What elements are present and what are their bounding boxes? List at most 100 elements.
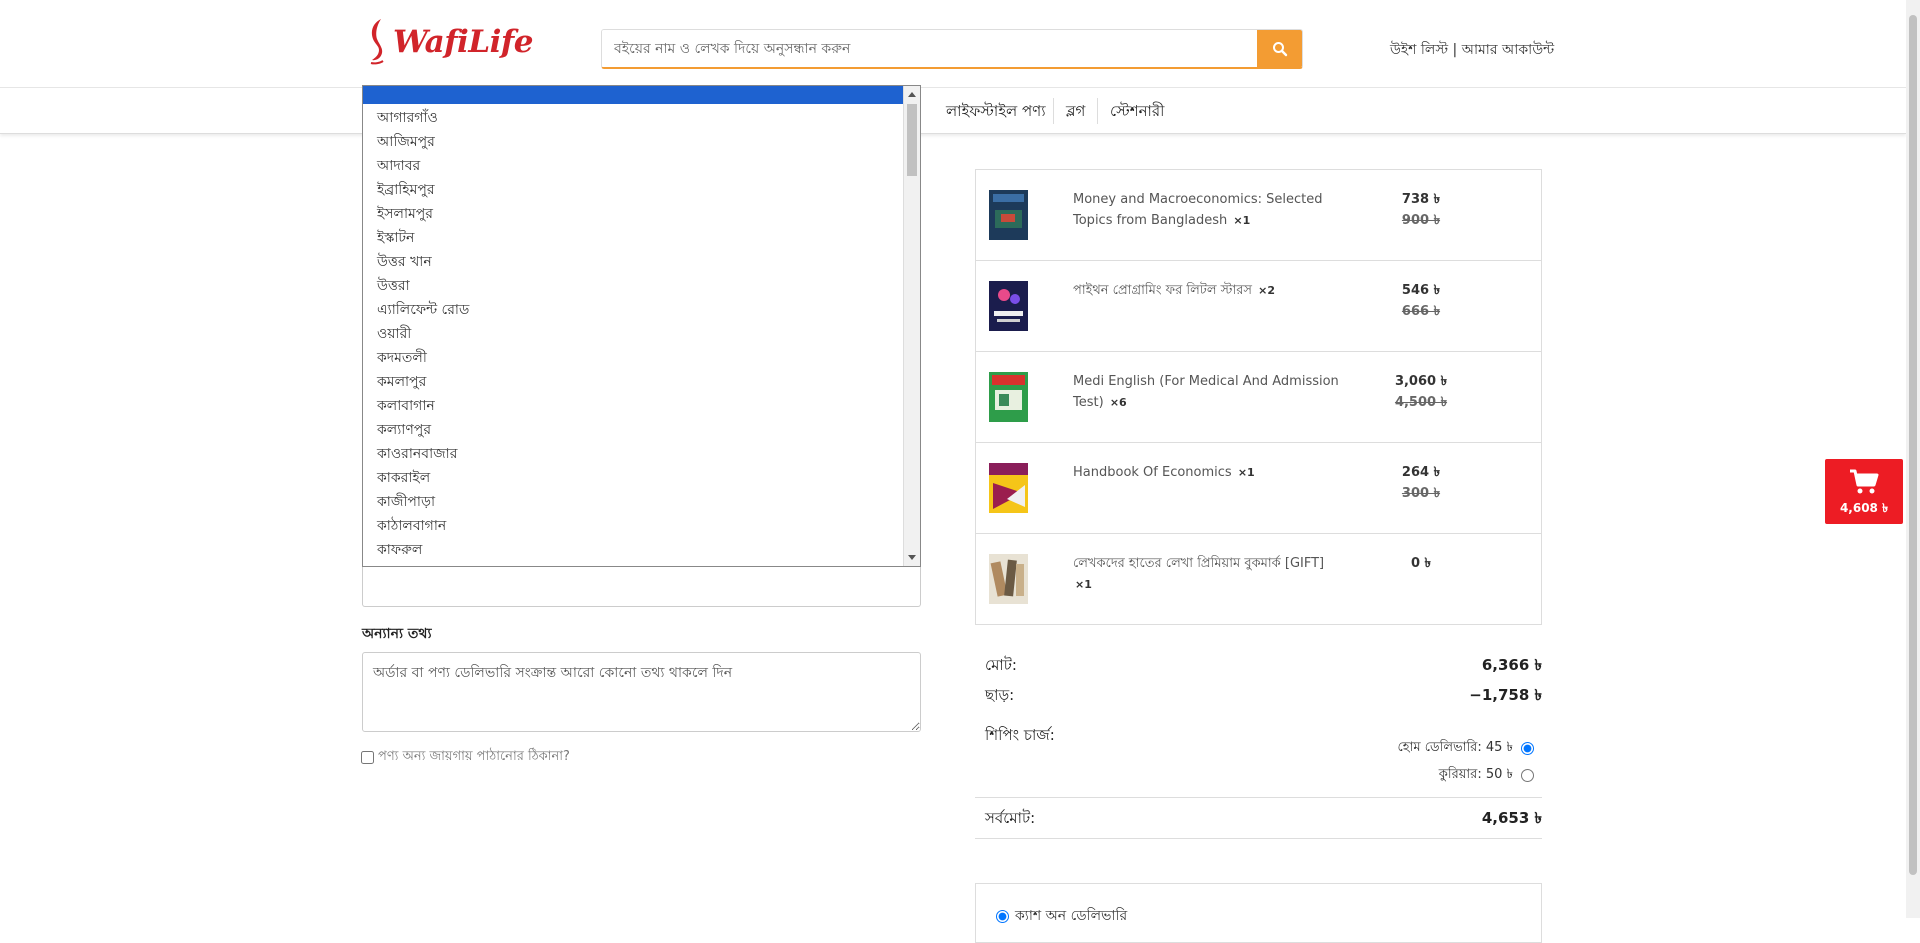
- dropdown-option[interactable]: কমলাপুর: [363, 370, 904, 394]
- price-box: 264 ৳ 300 ৳: [1371, 462, 1471, 504]
- dropdown-options: আগারগাঁও আজিমপুর আদাবর ইব্রাহিমপুর ইসলাম…: [363, 106, 904, 562]
- ship-home-radio[interactable]: [1521, 742, 1534, 755]
- book-qty: ×1: [1075, 578, 1092, 591]
- cart-item: লেখকদের হাতের লেখা প্রিমিয়াম বুকমার্ক […: [976, 534, 1541, 625]
- dropdown-option[interactable]: কাঠালবাগান: [363, 514, 904, 538]
- ship-courier-radio[interactable]: [1521, 769, 1534, 782]
- dropdown-scroll-thumb[interactable]: [907, 104, 917, 176]
- book-title[interactable]: Money and Macroeconomics: Selected Topic…: [1073, 189, 1343, 231]
- grand-total-label: সর্বমোট:: [985, 809, 1036, 827]
- search-icon: [1272, 41, 1287, 56]
- discount-value: −1,758 ৳: [1469, 686, 1542, 704]
- price-box: 546 ৳ 666 ৳: [1371, 280, 1471, 322]
- dropdown-option[interactable]: কাজীপাড়া: [363, 490, 904, 514]
- ship-home-option[interactable]: হোম ডেলিভারি: 45 ৳: [1398, 738, 1534, 759]
- payment-methods: ক্যাশ অন ডেলিভারি: [975, 883, 1542, 943]
- order-items: Money and Macroeconomics: Selected Topic…: [975, 169, 1542, 625]
- page-scroll-thumb[interactable]: [1909, 15, 1917, 875]
- discount-label: ছাড়:: [985, 686, 1015, 704]
- book-qty: ×6: [1109, 396, 1127, 409]
- nav-item-blog[interactable]: ব্লগ: [1066, 100, 1085, 125]
- other-info-label: অন্যান্য তথ্য: [362, 626, 432, 642]
- account-separator: |: [1448, 42, 1462, 58]
- dropdown-scrollbar[interactable]: [903, 86, 920, 566]
- dropdown-option[interactable]: আদাবর: [363, 154, 904, 178]
- alt-address-label: পণ্য অন্য জায়গায় পাঠানোর ঠিকানা?: [378, 749, 570, 764]
- price-box: 3,060 ৳ 4,500 ৳: [1371, 371, 1471, 413]
- area-dropdown-list[interactable]: আগারগাঁও আজিমপুর আদাবর ইব্রাহিমপুর ইসলাম…: [362, 85, 921, 567]
- dropdown-option[interactable]: কল্যাণপুর: [363, 418, 904, 442]
- dropdown-selected-option[interactable]: [363, 86, 904, 104]
- nav-divider: [1097, 98, 1098, 124]
- price: 0 ৳: [1410, 556, 1432, 571]
- floating-cart-total: 4,608 ৳: [1839, 501, 1889, 515]
- dropdown-option[interactable]: উত্তর খান: [363, 250, 904, 274]
- cod-option[interactable]: ক্যাশ অন ডেলিভারি: [996, 904, 1127, 928]
- dropdown-option[interactable]: এ্যালিফেন্ট রোড: [363, 298, 904, 322]
- alt-address-checkbox[interactable]: [361, 751, 374, 764]
- ship-courier-option[interactable]: কুরিয়ার: 50 ৳: [1439, 765, 1534, 786]
- floating-cart-button[interactable]: 4,608 ৳: [1825, 459, 1903, 524]
- book-cover-icon[interactable]: [989, 190, 1028, 240]
- book-qty: ×1: [1237, 466, 1255, 479]
- scroll-down-icon[interactable]: [908, 555, 916, 560]
- old-price: 300 ৳: [1401, 486, 1441, 501]
- dropdown-option[interactable]: কলাবাগান: [363, 394, 904, 418]
- price: 738 ৳: [1401, 192, 1441, 207]
- account-links: উইশ লিস্ট | আমার আকাউন্ট: [1390, 38, 1554, 62]
- cart-item: Handbook Of Economics ×1 264 ৳ 300 ৳: [976, 443, 1541, 534]
- main-nav: লাইফস্টাইল পণ্য ব্লগ স্টেশনারী: [0, 88, 1906, 134]
- book-title[interactable]: Handbook Of Economics ×1: [1073, 462, 1343, 483]
- shipping-label: শিপিং চার্জ:: [985, 726, 1055, 744]
- nav-divider: [1053, 98, 1054, 124]
- book-title[interactable]: Medi English (For Medical And Admission …: [1073, 371, 1343, 413]
- cod-radio[interactable]: [996, 909, 1009, 923]
- grand-total-value: 4,653 ৳: [1481, 809, 1542, 827]
- logo-quill-icon: [370, 19, 384, 65]
- alt-address-option[interactable]: পণ্য অন্য জায়গায় পাঠানোর ঠিকানা?: [361, 747, 570, 768]
- wishlist-link[interactable]: উইশ লিস্ট: [1390, 42, 1448, 58]
- price: 546 ৳: [1401, 283, 1441, 298]
- old-price: 900 ৳: [1401, 213, 1441, 228]
- totals-divider: [975, 797, 1542, 798]
- dropdown-option[interactable]: ওয়ারী: [363, 322, 904, 346]
- dropdown-option[interactable]: ইস্কাটন: [363, 226, 904, 250]
- cart-item: Money and Macroeconomics: Selected Topic…: [976, 170, 1541, 261]
- dropdown-option[interactable]: উত্তরা: [363, 274, 904, 298]
- other-info-textarea[interactable]: [362, 652, 921, 732]
- dropdown-option[interactable]: আগারগাঁও: [363, 106, 904, 130]
- totals-divider: [975, 838, 1542, 839]
- page-scrollbar[interactable]: [1906, 0, 1920, 918]
- book-cover-icon[interactable]: [989, 281, 1028, 331]
- dropdown-option[interactable]: কাওরানবাজার: [363, 442, 904, 466]
- cart-item: পাইথন প্রোগ্রামিং ফর লিটল স্টারস ×2 546 …: [976, 261, 1541, 352]
- price: 264 ৳: [1401, 465, 1441, 480]
- logo[interactable]: WafiLife: [367, 14, 533, 70]
- search-bar: [601, 29, 1303, 69]
- book-title[interactable]: লেখকদের হাতের লেখা প্রিমিয়াম বুকমার্ক […: [1073, 553, 1343, 595]
- dropdown-option[interactable]: কাফরুল: [363, 538, 904, 562]
- my-account-link[interactable]: আমার আকাউন্ট: [1462, 42, 1554, 58]
- dropdown-option[interactable]: কাকরাইল: [363, 466, 904, 490]
- cart-icon: [1850, 469, 1879, 494]
- book-title[interactable]: পাইথন প্রোগ্রামিং ফর লিটল স্টারস ×2: [1073, 280, 1343, 301]
- scroll-up-icon[interactable]: [908, 92, 916, 97]
- nav-item-stationery[interactable]: স্টেশনারী: [1110, 100, 1164, 125]
- site-header: WafiLife উইশ লিস্ট | আমার আকাউন্ট: [0, 0, 1906, 88]
- price: 3,060 ৳: [1394, 374, 1448, 389]
- bookmark-gift-icon[interactable]: [989, 554, 1028, 604]
- logo-text: WafiLife: [393, 24, 533, 60]
- dropdown-option[interactable]: আজিমপুর: [363, 130, 904, 154]
- dropdown-option[interactable]: ইব্রাহিমপুর: [363, 178, 904, 202]
- book-cover-icon[interactable]: [989, 463, 1028, 513]
- dropdown-option[interactable]: ইসলামপুর: [363, 202, 904, 226]
- book-cover-icon[interactable]: [989, 372, 1028, 422]
- nav-item-lifestyle[interactable]: লাইফস্টাইল পণ্য: [946, 100, 1046, 125]
- search-button[interactable]: [1257, 30, 1302, 67]
- price-box: 0 ৳: [1371, 553, 1471, 574]
- search-input[interactable]: [602, 30, 1257, 67]
- ship-home-label: হোম ডেলিভারি: 45 ৳: [1397, 740, 1513, 755]
- address-textarea[interactable]: [362, 560, 921, 607]
- subtotal-value: 6,366 ৳: [1481, 656, 1542, 674]
- dropdown-option[interactable]: কদমতলী: [363, 346, 904, 370]
